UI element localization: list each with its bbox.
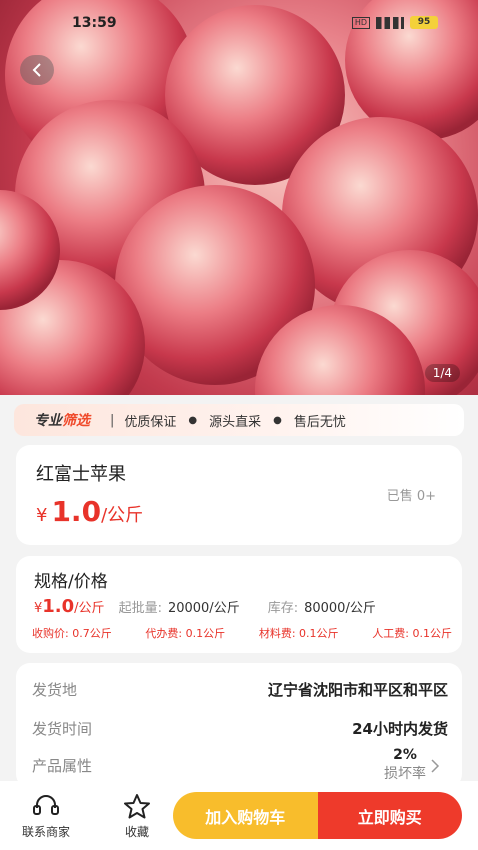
fee-item: 材料费: 0.1公斤: [258, 627, 339, 640]
star-icon: [124, 794, 150, 819]
hd-icon: HD: [351, 16, 370, 29]
product-price: ¥1.0/公斤: [36, 495, 144, 528]
product-summary-card: 红富士苹果 ¥1.0/公斤 已售 0+: [16, 445, 462, 545]
page-indicator: 1/4: [424, 364, 460, 382]
status-time: 13:59: [72, 15, 117, 31]
promo-tag: 售后无忧: [293, 414, 346, 430]
fee-item: 代办费: 0.1公斤: [145, 627, 226, 640]
moq-label: 起批量:: [118, 601, 162, 616]
purchase-actions: 加入购物车 立即购买: [173, 792, 462, 839]
back-button[interactable]: [20, 55, 54, 85]
bottom-action-bar: 联系商家 收藏 加入购物车 立即购买: [0, 781, 478, 850]
spec-price: ¥1.0/公斤: [34, 596, 105, 617]
favorite-button[interactable]: 收藏: [112, 793, 162, 840]
spec-card[interactable]: 规格/价格 ¥1.0/公斤 起批量: 20000/公斤 库存: 80000/公斤…: [16, 556, 462, 653]
chevron-right-icon[interactable]: [430, 759, 440, 773]
promo-title: 专业筛选: [34, 413, 90, 429]
attribute-value: 2% 损坏率: [384, 747, 426, 783]
headset-icon: [33, 795, 59, 815]
ship-time-label: 发货时间: [32, 720, 93, 738]
fee-item: 人工费: 0.1公斤: [372, 627, 452, 640]
origin-row: 发货地 辽宁省沈阳市和平区和平区: [32, 679, 448, 700]
damage-rate-value: 2%: [393, 747, 417, 763]
attribute-label: 产品属性: [32, 756, 93, 775]
spec-title: 规格/价格: [34, 572, 108, 592]
signal-icon: [376, 16, 404, 29]
battery-icon: 95: [410, 16, 438, 29]
sold-count: 已售 0+: [386, 489, 436, 504]
origin-value: 辽宁省沈阳市和平区和平区: [267, 681, 448, 699]
stock-label: 库存:: [267, 601, 299, 616]
spec-row: ¥1.0/公斤 起批量: 20000/公斤 库存: 80000/公斤: [34, 596, 449, 617]
fee-breakdown: 收购价: 0.7公斤 代办费: 0.1公斤 材料费: 0.1公斤 人工费: 0.…: [32, 625, 452, 641]
ship-time-row: 发货时间 24小时内发货: [32, 718, 448, 739]
promo-banner: 专业筛选 | 优质保证 ● 源头直采 ● 售后无忧: [14, 404, 464, 436]
apple-photo: [0, 0, 478, 395]
product-name: 红富士苹果: [36, 464, 126, 485]
stock-value: 80000/公斤: [304, 601, 376, 616]
promo-tag: 优质保证: [124, 414, 177, 430]
favorite-label: 收藏: [124, 825, 149, 839]
damage-rate-label: 损坏率: [384, 766, 426, 782]
buy-now-button[interactable]: 立即购买: [317, 792, 462, 839]
contact-label: 联系商家: [21, 825, 70, 839]
promo-dot: ●: [273, 414, 282, 426]
promo-separator: |: [110, 412, 115, 428]
promo-dot: ●: [188, 414, 198, 426]
status-bar: 13:59 HD 95: [0, 0, 478, 44]
shipping-info-card: 发货地 辽宁省沈阳市和平区和平区 发货时间 24小时内发货 产品属性 2% 损坏…: [16, 663, 462, 788]
fee-item: 收购价: 0.7公斤: [32, 627, 112, 640]
contact-seller-button[interactable]: 联系商家: [14, 793, 78, 840]
product-image-gallery[interactable]: 13:59 HD 95 1/4: [0, 0, 478, 395]
promo-tag: 源头直采: [209, 414, 262, 430]
add-to-cart-button[interactable]: 加入购物车: [173, 792, 318, 839]
chevron-left-icon: [32, 63, 41, 77]
moq-value: 20000/公斤: [167, 601, 240, 616]
attribute-row[interactable]: 产品属性 2% 损坏率: [32, 747, 448, 783]
ship-time-value: 24小时内发货: [352, 720, 448, 738]
origin-label: 发货地: [32, 681, 78, 699]
